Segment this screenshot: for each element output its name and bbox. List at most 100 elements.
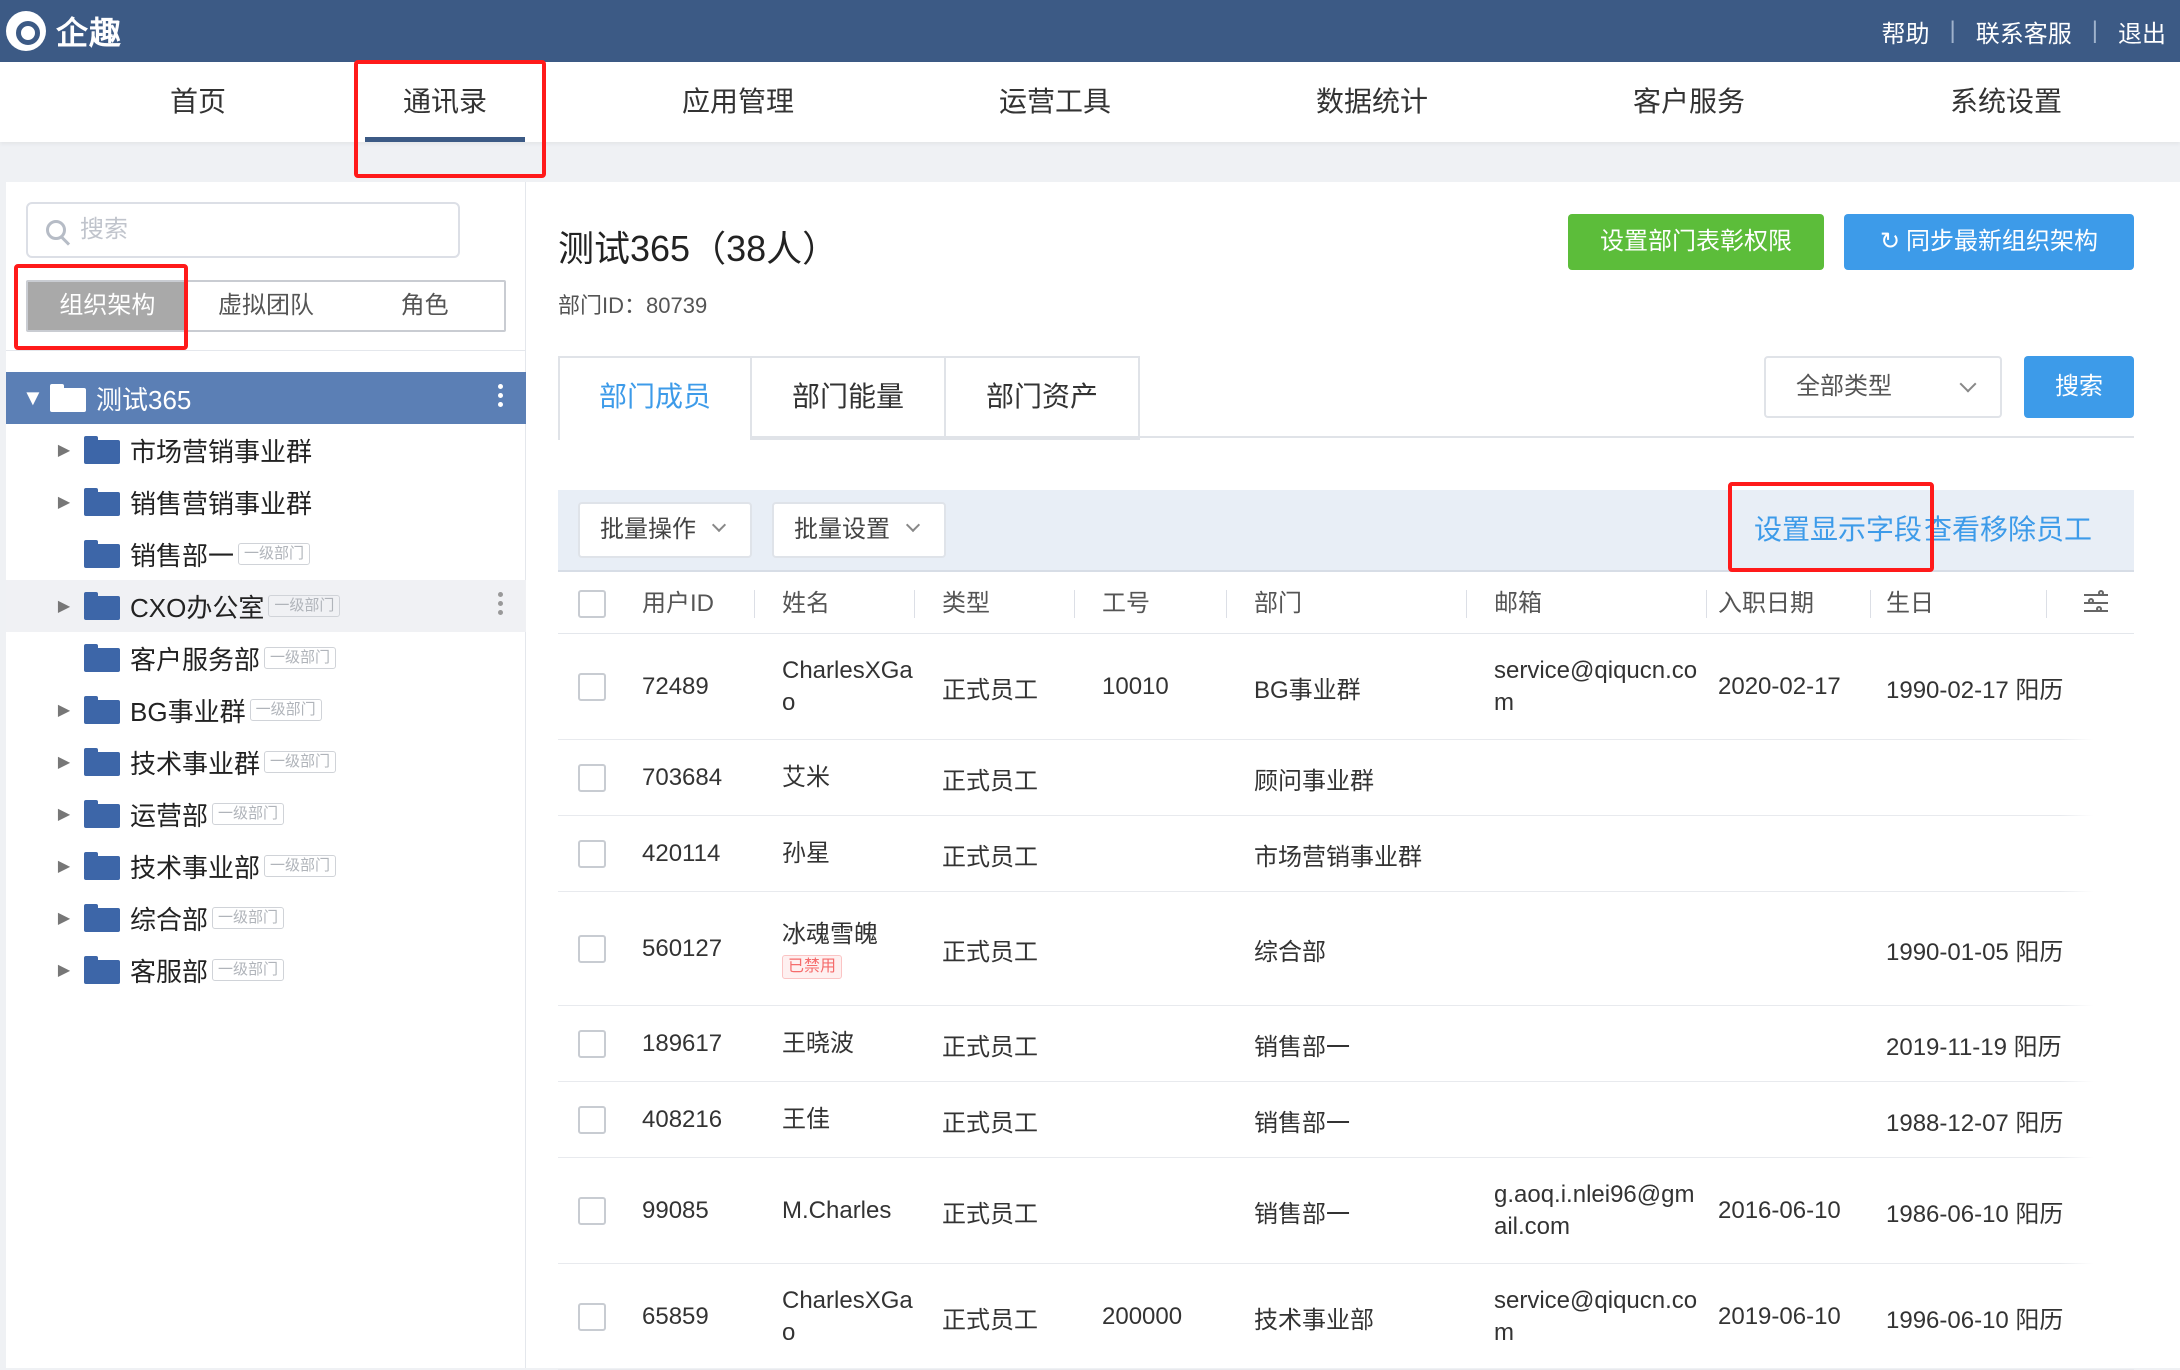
tab-energy[interactable]: 部门能量: [752, 356, 946, 440]
caret-right-icon[interactable]: ▶: [56, 440, 72, 460]
row-checkbox[interactable]: [578, 673, 606, 701]
tree-item[interactable]: ▶ 市场营销事业群: [6, 424, 526, 476]
more-icon[interactable]: [498, 592, 504, 620]
tab-assets[interactable]: 部门资产: [946, 356, 1140, 440]
caret-right-icon[interactable]: ▶: [56, 804, 72, 824]
cell-user-id: 560127: [642, 892, 762, 1006]
tree-item[interactable]: ▶ 客服部 一级部门: [6, 944, 526, 996]
search-button[interactable]: 搜索: [2024, 356, 2134, 418]
view-removed-staff-link[interactable]: 查看移除员工: [1924, 504, 2092, 556]
cell-department: 销售部一: [1254, 1158, 1474, 1264]
app-logo[interactable]: 企趣: [6, 10, 122, 52]
column-settings-icon[interactable]: [2084, 590, 2108, 614]
column-divider: [2046, 590, 2047, 618]
nav-system-settings[interactable]: 系统设置: [1944, 62, 2068, 142]
tree-item-label: CXO办公室: [130, 592, 265, 623]
col-email[interactable]: 邮箱: [1494, 574, 1542, 634]
tree-item[interactable]: ▶ 运营部 一级部门: [6, 788, 526, 840]
search-box[interactable]: [26, 202, 460, 258]
more-icon[interactable]: [498, 384, 504, 412]
table-row[interactable]: 65859 CharlesXGao 正式员工 200000 技术事业部 service@q…: [558, 1264, 2134, 1370]
tree-item[interactable]: ▶ 技术事业群 一级部门: [6, 736, 526, 788]
help-link[interactable]: 帮助: [1882, 14, 1930, 49]
tree-item[interactable]: ▶ 综合部 一级部门: [6, 892, 526, 944]
cell-department: 顾问事业群: [1254, 740, 1474, 816]
tree-item[interactable]: ▶ CXO办公室 一级部门: [6, 580, 526, 632]
tree-item-label: 客户服务部: [130, 644, 261, 675]
cell-email: [1494, 892, 1704, 1006]
cell-birthday-text: 1990-02-17 阳历: [1886, 676, 2064, 704]
cell-employee-no: [1102, 740, 1232, 816]
col-join-date[interactable]: 入职日期: [1718, 574, 1814, 634]
table-row[interactable]: 560127 冰魂雪魄 已禁用 正式员工 综合部 1990-01-05 阳历: [558, 892, 2134, 1006]
cell-user-id-text: 560127: [642, 935, 723, 962]
caret-right-icon[interactable]: ▶: [56, 596, 72, 616]
logout-link[interactable]: 退出: [2118, 14, 2166, 49]
caret-down-icon[interactable]: ▼: [22, 385, 44, 411]
tree-item[interactable]: ▶ BG事业群 一级部门: [6, 684, 526, 736]
table-row[interactable]: 703684 艾米 正式员工 顾问事业群: [558, 740, 2134, 816]
chevron-down-icon: [711, 517, 727, 533]
table-row[interactable]: 72489 CharlesXGao 正式员工 10010 BG事业群 service@qi…: [558, 634, 2134, 740]
caret-right-icon[interactable]: ▶: [56, 752, 72, 772]
batch-operation-dropdown[interactable]: 批量操作: [578, 502, 752, 558]
select-all-checkbox[interactable]: [578, 590, 606, 618]
col-name[interactable]: 姓名: [782, 574, 830, 634]
column-divider: [1226, 590, 1227, 618]
cell-email: service@qiqucn.com: [1494, 1264, 1704, 1370]
nav-operation-tools[interactable]: 运营工具: [993, 62, 1117, 142]
row-checkbox[interactable]: [578, 1030, 606, 1058]
nav-statistics[interactable]: 数据统计: [1310, 62, 1434, 142]
col-birthday[interactable]: 生日: [1886, 574, 1934, 634]
caret-right-icon[interactable]: ▶: [56, 960, 72, 980]
caret-right-icon[interactable]: ▶: [56, 856, 72, 876]
tree-item-label: 技术事业群: [130, 748, 261, 779]
nav-customer-service[interactable]: 客户服务: [1627, 62, 1751, 142]
set-permission-button[interactable]: 设置部门表彰权限: [1568, 214, 1824, 270]
sync-org-button[interactable]: ↻ 同步最新组织架构: [1844, 214, 2134, 270]
nav-app-management[interactable]: 应用管理: [676, 62, 800, 142]
segment-role[interactable]: 角色: [345, 282, 504, 330]
cell-type: 正式员工: [942, 1264, 1082, 1370]
tree-item[interactable]: 客户服务部 一级部门: [6, 632, 526, 684]
type-select[interactable]: 全部类型: [1764, 356, 2002, 418]
tree-item[interactable]: 销售部一 一级部门: [6, 528, 526, 580]
col-type[interactable]: 类型: [942, 574, 990, 634]
table-row[interactable]: 420114 孙星 正式员工 市场营销事业群: [558, 816, 2134, 892]
chevron-down-icon: [1959, 375, 1977, 393]
dept-tabs: 部门成员 部门能量 部门资产: [558, 356, 1140, 440]
cell-user-id: 420114: [642, 816, 762, 892]
cell-user-id-text: 65859: [642, 1303, 709, 1330]
batch-setting-dropdown[interactable]: 批量设置: [772, 502, 946, 558]
nav-home[interactable]: 首页: [150, 62, 246, 142]
cell-birthday-text: 2019-11-19 阳历: [1886, 1033, 2062, 1061]
tree-item[interactable]: ▶ 销售营销事业群: [6, 476, 526, 528]
segment-virtual-team[interactable]: 虚拟团队: [187, 282, 346, 330]
row-checkbox[interactable]: [578, 1197, 606, 1225]
tab-members[interactable]: 部门成员: [558, 356, 752, 440]
row-checkbox[interactable]: [578, 1303, 606, 1331]
row-checkbox[interactable]: [578, 1106, 606, 1134]
col-employee-no[interactable]: 工号: [1102, 574, 1150, 634]
col-department[interactable]: 部门: [1254, 574, 1302, 634]
cell-department: 销售部一: [1254, 1082, 1474, 1158]
separator: |: [1949, 17, 1956, 44]
cell-name-text: 艾米: [782, 764, 830, 791]
cell-name: 王佳: [782, 1082, 922, 1158]
table-row[interactable]: 189617 王晓波 正式员工 销售部一 2019-11-19 阳历: [558, 1006, 2134, 1082]
row-checkbox[interactable]: [578, 935, 606, 963]
tree-root[interactable]: ▼ 测试365: [6, 372, 526, 424]
search-input[interactable]: [78, 215, 438, 245]
caret-right-icon[interactable]: ▶: [56, 700, 72, 720]
row-checkbox[interactable]: [578, 840, 606, 868]
cell-employee-no: [1102, 1158, 1232, 1264]
contact-support-link[interactable]: 联系客服: [1976, 14, 2072, 49]
batch-setting-label: 批量设置: [794, 516, 890, 543]
caret-right-icon[interactable]: ▶: [56, 492, 72, 512]
col-user-id[interactable]: 用户ID: [642, 574, 714, 634]
table-row[interactable]: 99085 M.Charles 正式员工 销售部一 g.aoq.i.nlei96@gma…: [558, 1158, 2134, 1264]
tree-item[interactable]: ▶ 技术事业部 一级部门: [6, 840, 526, 892]
table-row[interactable]: 408216 王佳 正式员工 销售部一 1988-12-07 阳历: [558, 1082, 2134, 1158]
caret-right-icon[interactable]: ▶: [56, 908, 72, 928]
row-checkbox[interactable]: [578, 764, 606, 792]
